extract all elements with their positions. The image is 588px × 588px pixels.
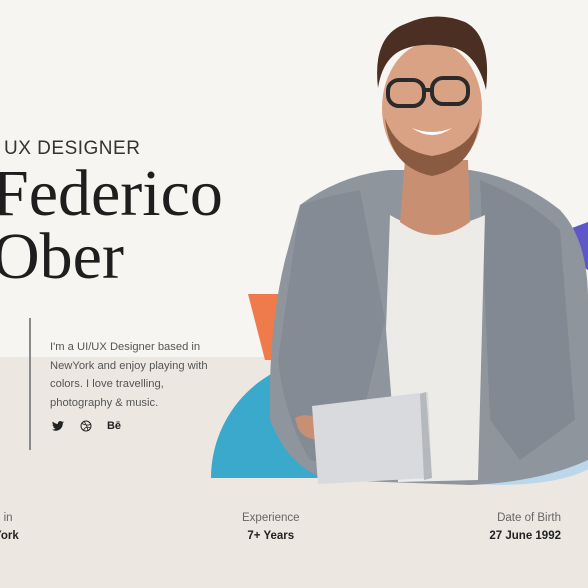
stat-birth: Date of Birth 27 June 1992 bbox=[489, 512, 561, 542]
stat-birth-value: 27 June 1992 bbox=[489, 530, 561, 542]
divider-line bbox=[29, 318, 31, 450]
bio-text: I'm a UI/UX Designer based in NewYork an… bbox=[50, 341, 208, 409]
stat-location: n in York bbox=[0, 512, 19, 542]
stat-experience: Experience 7+ Years bbox=[242, 512, 300, 542]
stat-location-label: n in bbox=[0, 512, 13, 524]
twitter-icon[interactable] bbox=[50, 418, 66, 434]
stat-experience-value: 7+ Years bbox=[247, 530, 295, 542]
stat-location-value: York bbox=[0, 530, 19, 542]
stat-experience-label: Experience bbox=[242, 512, 300, 524]
behance-icon[interactable]: Bē bbox=[106, 418, 122, 434]
person-name: Federico Ober bbox=[0, 157, 223, 293]
social-links: Bē bbox=[50, 418, 122, 434]
dribbble-icon[interactable] bbox=[78, 418, 94, 434]
portrait-photo bbox=[269, 16, 588, 485]
hero-artwork bbox=[211, 16, 588, 485]
name-last: Ober bbox=[0, 220, 124, 293]
stat-birth-label: Date of Birth bbox=[497, 512, 561, 524]
name-first: Federico bbox=[0, 157, 223, 230]
